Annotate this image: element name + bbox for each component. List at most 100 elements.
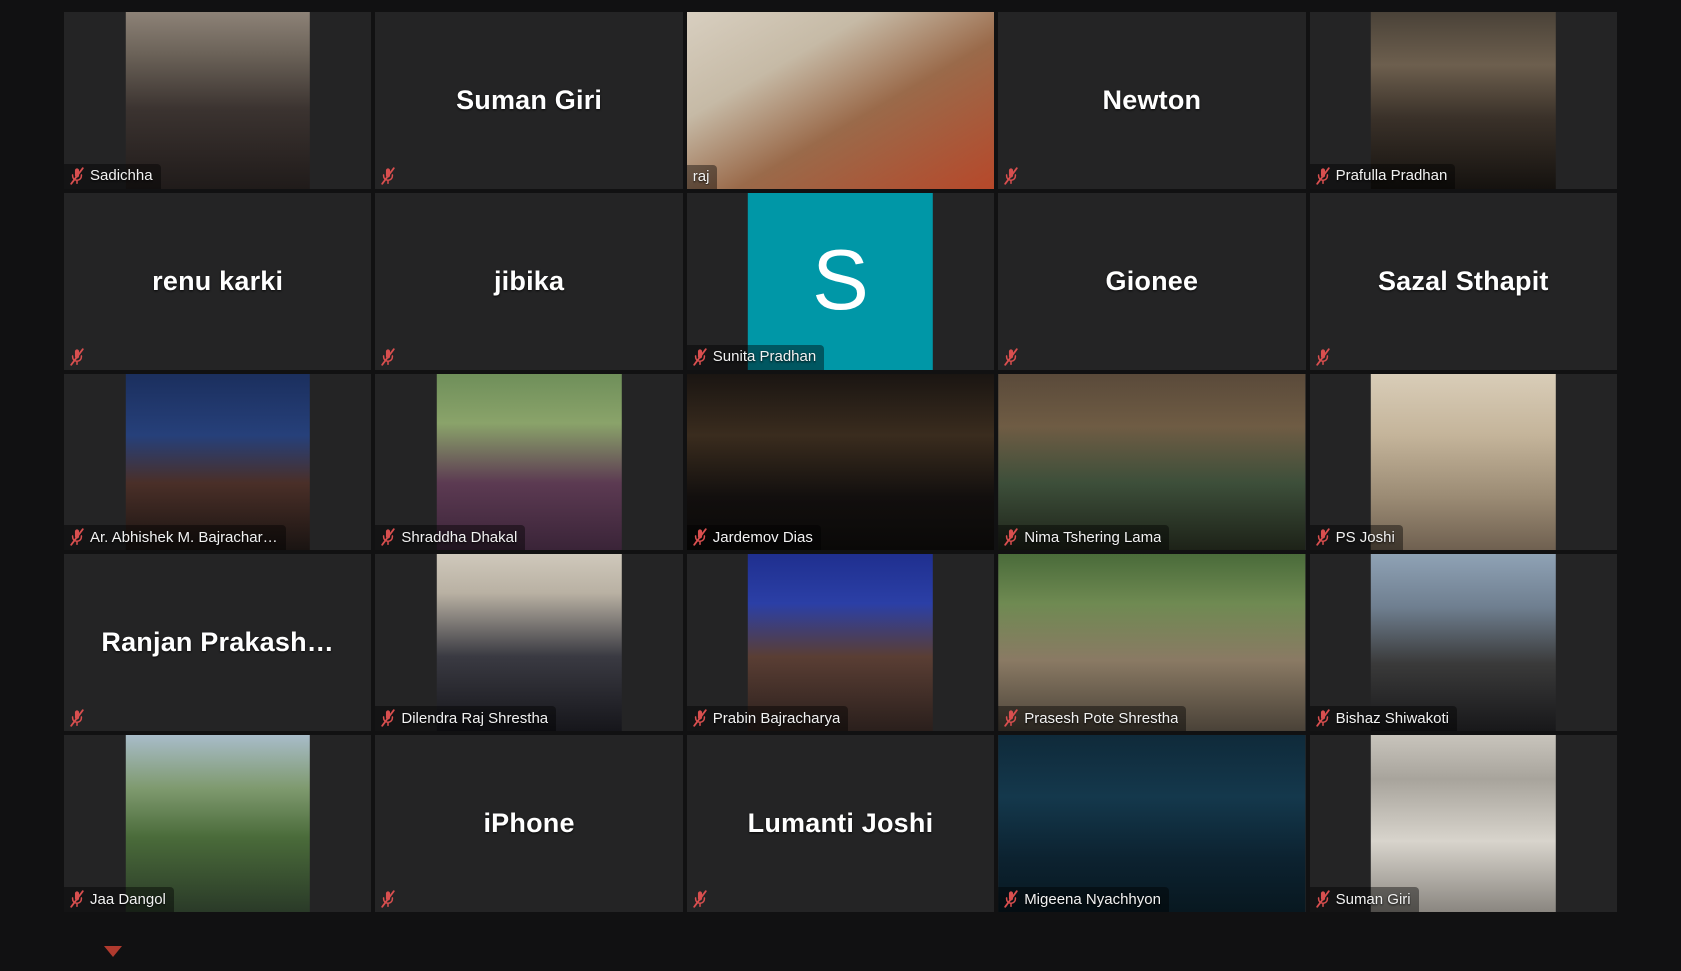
participant-name-label: Dilendra Raj Shrestha: [401, 709, 549, 727]
participant-tile[interactable]: Gionee: [998, 192, 1306, 370]
microphone-muted-icon: [1004, 347, 1018, 366]
microphone-muted-icon: [1315, 709, 1330, 727]
participant-nameplate: [687, 887, 715, 912]
participant-tile[interactable]: renu karki: [64, 192, 372, 370]
participant-display-name: Newton: [1102, 84, 1202, 115]
participant-nameplate: Prafulla Pradhan: [1309, 163, 1456, 189]
participant-name-label: Ar. Abhishek M. Bajrachar…: [90, 528, 278, 546]
participant-tile[interactable]: Ar. Abhishek M. Bajrachar…: [64, 373, 372, 551]
participant-name-label: Jaa Dangol: [90, 890, 166, 908]
participant-name-label: Bishaz Shiwakoti: [1335, 709, 1449, 727]
participant-nameplate: Jardemov Dias: [686, 525, 821, 551]
participant-display-name: renu karki: [152, 265, 284, 296]
participant-nameplate: [998, 164, 1026, 189]
participant-tile[interactable]: Suman Giri: [1309, 735, 1617, 912]
participant-tile[interactable]: Prafulla Pradhan: [1309, 12, 1617, 189]
participant-tile[interactable]: Shraddha Dhakal: [375, 373, 683, 551]
participant-video: [1371, 735, 1556, 912]
participant-tile[interactable]: Jaa Dangol: [64, 735, 372, 912]
microphone-muted-icon: [1315, 347, 1330, 366]
participant-tile[interactable]: Dilendra Raj Shrestha: [375, 554, 683, 732]
participant-name-label: Sunita Pradhan: [712, 348, 817, 366]
participant-video: [998, 554, 1306, 732]
participant-nameplate: [1310, 345, 1338, 370]
microphone-muted-icon: [381, 167, 396, 185]
zoom-meeting-window: Sadichha Suman Giri raj Newton Prafulla Prad…: [0, 0, 1681, 971]
participant-tile[interactable]: Ranjan Prakash…: [64, 554, 372, 732]
participant-nameplate: Sadichha: [64, 163, 161, 189]
participant-display-name: Gionee: [1105, 265, 1199, 296]
participant-tile[interactable]: Newton: [998, 12, 1306, 189]
microphone-muted-icon: [693, 890, 707, 908]
participant-nameplate: [64, 345, 92, 370]
participant-nameplate: Jaa Dangol: [64, 887, 174, 912]
participant-video: [436, 373, 622, 551]
microphone-muted-icon: [1004, 890, 1018, 908]
participant-nameplate: raj: [686, 164, 718, 189]
participant-name-label: Shraddha Dhakal: [401, 528, 518, 546]
participant-video: [998, 373, 1306, 551]
participant-nameplate: Prasesh Pote Shrestha: [998, 706, 1187, 732]
participant-tile[interactable]: Nima Tshering Lama: [998, 373, 1306, 551]
participant-display-name: Sazal Sthapit: [1377, 265, 1549, 296]
participant-nameplate: [375, 164, 403, 189]
participant-tile[interactable]: raj: [686, 12, 995, 189]
participant-tile[interactable]: Migeena Nyachhyon: [998, 735, 1306, 912]
participant-name-label: raj: [692, 167, 710, 185]
participant-nameplate: Nima Tshering Lama: [998, 525, 1170, 551]
participant-tile[interactable]: Jardemov Dias: [686, 373, 995, 551]
microphone-muted-icon: [381, 890, 396, 908]
participant-tile[interactable]: PS Joshi: [1309, 373, 1617, 551]
participant-video: [998, 735, 1306, 912]
participant-tile[interactable]: iPhone: [375, 735, 683, 912]
participant-tile[interactable]: Prabin Bajracharya: [686, 554, 995, 732]
microphone-muted-icon: [1004, 528, 1018, 547]
participant-video: [1371, 12, 1556, 189]
participant-nameplate: [375, 345, 403, 370]
microphone-muted-icon: [70, 528, 84, 547]
participant-tile[interactable]: Sazal Sthapit: [1309, 192, 1617, 370]
microphone-muted-icon: [381, 709, 396, 727]
participant-video: [125, 735, 310, 912]
participant-tile[interactable]: Bishaz Shiwakoti: [1309, 554, 1617, 732]
participant-video: [436, 554, 622, 732]
participant-display-name: jibika: [493, 265, 565, 296]
participant-tile[interactable]: Lumanti Joshi: [686, 735, 995, 912]
participant-name-label: Suman Giri: [1335, 890, 1411, 908]
participant-name-label: Nima Tshering Lama: [1024, 528, 1162, 546]
microphone-muted-icon: [70, 347, 84, 366]
meeting-toolbar-area: [0, 913, 1681, 971]
participant-nameplate: Sunita Pradhan: [686, 344, 825, 370]
microphone-muted-icon: [381, 528, 396, 547]
participant-video: [125, 12, 310, 189]
participant-video: [748, 554, 933, 732]
participant-video: [686, 373, 995, 551]
participant-name-label: Sadichha: [90, 167, 153, 185]
microphone-muted-icon: [1315, 167, 1330, 185]
gallery-left-gutter: [0, 0, 64, 971]
participant-name-label: PS Joshi: [1335, 528, 1395, 546]
microphone-muted-icon: [381, 347, 396, 366]
participant-tile[interactable]: Sadichha: [64, 12, 372, 189]
participant-tile[interactable]: Suman Giri: [375, 12, 683, 189]
participant-tile[interactable]: jibika: [375, 192, 683, 370]
participant-name-label: Prabin Bajracharya: [712, 709, 841, 727]
participant-nameplate: Ar. Abhishek M. Bajrachar…: [64, 525, 286, 551]
participant-nameplate: [375, 887, 403, 912]
microphone-muted-icon: [1315, 528, 1330, 547]
participant-display-name: Suman Giri: [456, 84, 603, 115]
participant-tile[interactable]: Prasesh Pote Shrestha: [998, 554, 1306, 732]
participant-name-label: Prafulla Pradhan: [1335, 167, 1448, 185]
participant-nameplate: PS Joshi: [1309, 525, 1403, 551]
microphone-muted-icon: [70, 890, 84, 908]
microphone-muted-icon: [70, 709, 84, 727]
participant-gallery-grid: Sadichha Suman Giri raj Newton Prafulla Prad…: [64, 12, 1617, 912]
participant-video: [1371, 373, 1556, 551]
participant-tile[interactable]: S Sunita Pradhan: [686, 192, 995, 370]
participant-name-label: Prasesh Pote Shrestha: [1024, 709, 1179, 727]
participant-nameplate: Dilendra Raj Shrestha: [375, 706, 557, 732]
scroll-down-caret-icon[interactable]: [104, 946, 122, 957]
participant-name-label: Jardemov Dias: [712, 528, 813, 546]
participant-display-name: iPhone: [483, 808, 575, 839]
microphone-muted-icon: [693, 347, 707, 366]
